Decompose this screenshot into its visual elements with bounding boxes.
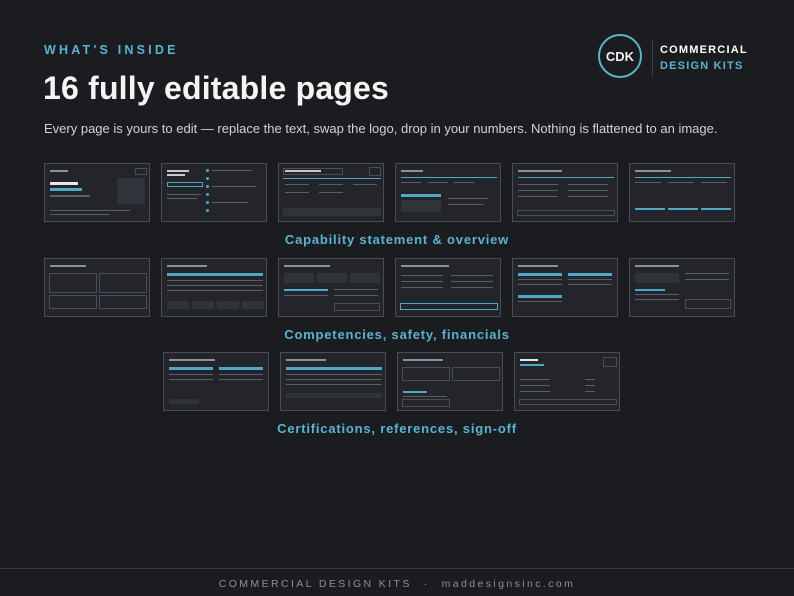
- page-subtitle: Every page is yours to edit — replace th…: [44, 121, 718, 136]
- page-thumbnail[interactable]: [161, 163, 267, 222]
- thumbnail-row-3: [163, 352, 620, 411]
- thumbnail-row-2: [44, 258, 735, 317]
- logo-circle: CDK: [598, 34, 642, 78]
- page-thumbnail[interactable]: [629, 163, 735, 222]
- page-thumbnail[interactable]: [163, 352, 269, 411]
- section-caption-1: Capability statement & overview: [284, 232, 510, 247]
- page-thumbnail[interactable]: [44, 258, 150, 317]
- brand-divider: [652, 39, 653, 77]
- footer: COMMERCIAL DESIGN KITS · maddesignsinc.com: [0, 578, 794, 590]
- page-thumbnail[interactable]: [514, 352, 620, 411]
- brand-name-line1: COMMERCIAL: [660, 44, 748, 56]
- page-thumbnail[interactable]: [512, 163, 618, 222]
- page-thumbnail[interactable]: [161, 258, 267, 317]
- page-thumbnail[interactable]: [278, 258, 384, 317]
- footer-divider: [0, 568, 794, 569]
- thumbnail-row-1: [44, 163, 735, 222]
- footer-brand: COMMERCIAL DESIGN KITS: [218, 578, 412, 590]
- section-caption-3: Certifications, references, sign-off: [277, 421, 517, 436]
- page-thumbnail[interactable]: [44, 163, 150, 222]
- footer-website-link[interactable]: maddesignsinc.com: [442, 578, 576, 590]
- page-title: 16 fully editable pages: [43, 70, 390, 106]
- page-thumbnail[interactable]: [278, 163, 384, 222]
- eyebrow-label: WHAT'S INSIDE: [44, 43, 179, 57]
- brand-logo: CDK COMMERCIAL DESIGN KITS: [598, 34, 748, 82]
- footer-separator: ·: [423, 578, 430, 590]
- page-thumbnail[interactable]: [280, 352, 386, 411]
- page-thumbnail[interactable]: [629, 258, 735, 317]
- page-thumbnail[interactable]: [512, 258, 618, 317]
- brand-name-line2: DESIGN KITS: [660, 60, 744, 72]
- page-thumbnail[interactable]: [395, 163, 501, 222]
- section-caption-2: Competencies, safety, financials: [284, 327, 510, 342]
- page-thumbnail[interactable]: [397, 352, 503, 411]
- page-thumbnail[interactable]: [395, 258, 501, 317]
